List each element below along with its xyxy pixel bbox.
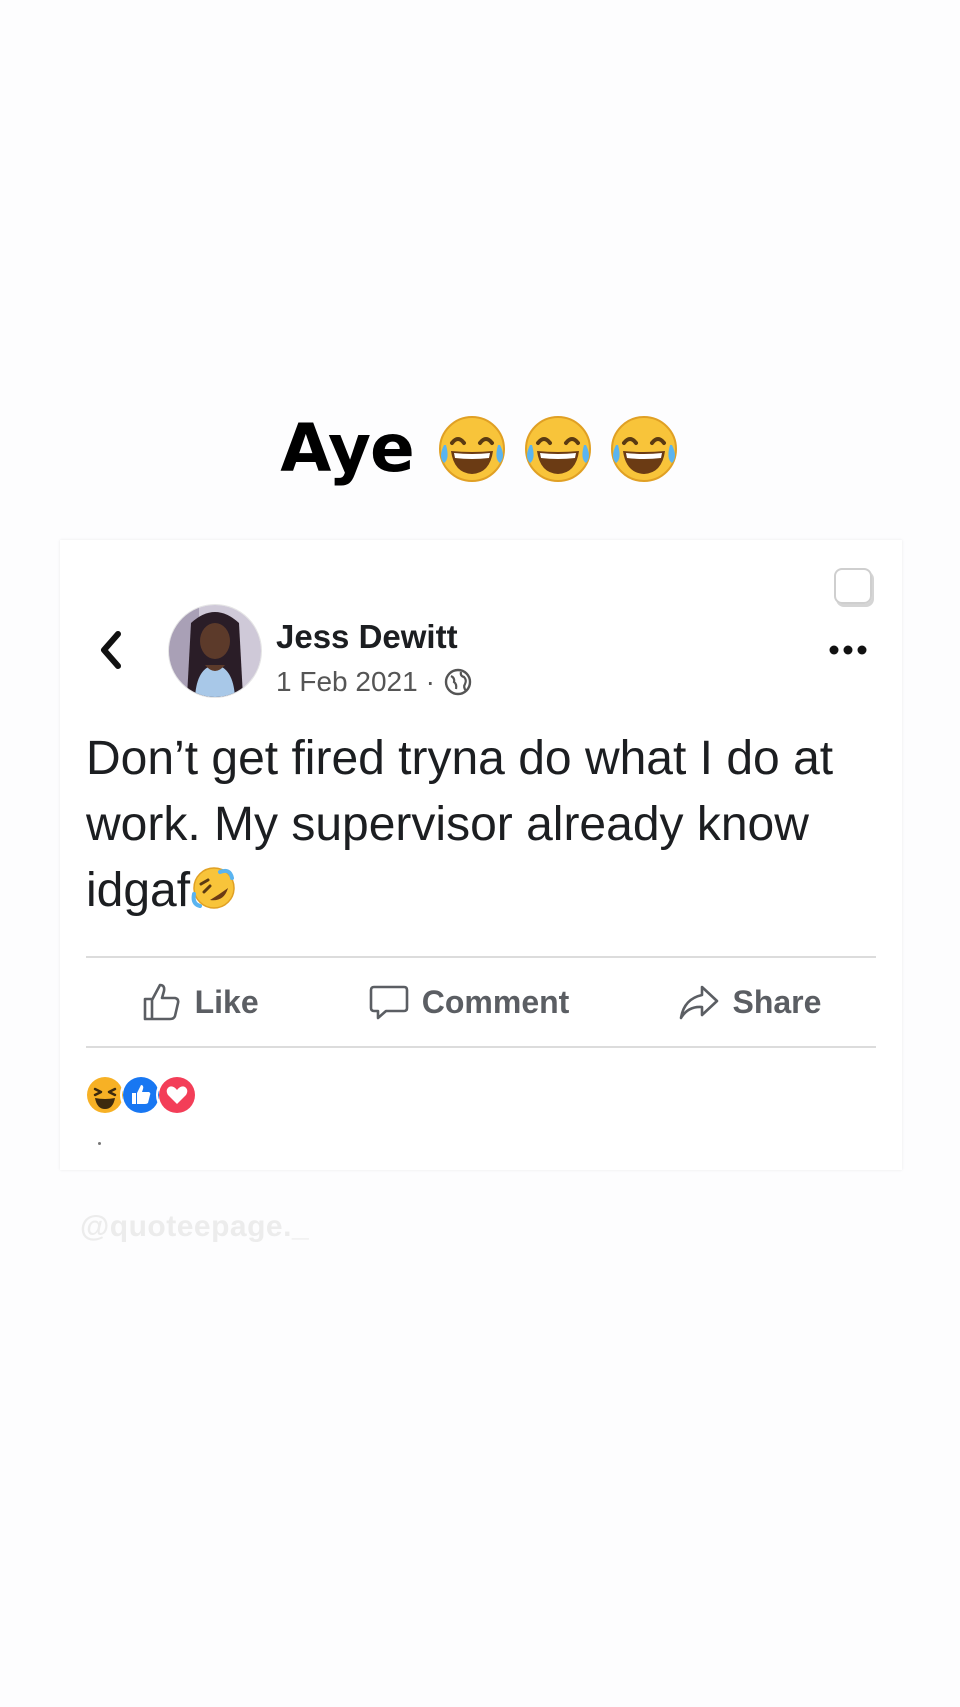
comment-button[interactable]: Comment [368,981,570,1023]
comment-label: Comment [421,983,570,1020]
copy-icon[interactable] [834,568,872,604]
separator-dot [98,1142,101,1145]
share-icon [680,985,719,1020]
tears-of-joy-emoji-icon [436,413,508,485]
divider [86,1046,876,1048]
tears-of-joy-emoji-icon [522,413,594,485]
tears-of-joy-emoji-icon [608,413,680,485]
comment-icon [369,985,409,1020]
post-card: Jess Dewitt 1 Feb 2021 · Don’t get fired… [60,540,902,1170]
reaction-summary[interactable] [84,1074,198,1116]
action-bar: Like Comment Share [86,958,876,1046]
profile-photo [169,605,261,697]
author-name[interactable]: Jess Dewitt [276,618,458,656]
like-button[interactable]: Like [141,981,259,1023]
caption-text: Aye [280,410,415,487]
avatar[interactable] [168,604,262,698]
caption: Aye [0,410,960,487]
caption-emoji-row [436,413,680,485]
share-label: Share [732,983,822,1020]
post-text-block: Don’t get fired tryna do what I do at wo… [86,726,876,924]
thumbs-up-icon [143,983,180,1021]
share-button[interactable]: Share [678,981,821,1023]
like-label: Like [194,983,259,1020]
post-date[interactable]: 1 Feb 2021 [276,666,418,698]
back-chevron-icon[interactable] [98,628,124,672]
rolling-on-floor-laughing-emoji-icon [191,867,235,909]
more-options-icon[interactable] [828,644,868,656]
globe-icon [444,668,472,696]
watermark: @quoteepage._ [80,1210,310,1243]
meta-separator: · [425,666,435,697]
love-reaction-icon [156,1074,198,1116]
post-meta: 1 Feb 2021 · [276,666,473,698]
